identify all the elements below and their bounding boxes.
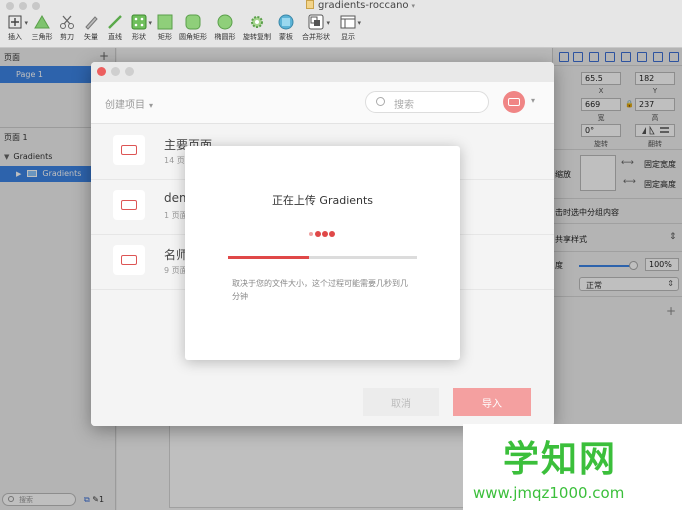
document-icon — [113, 245, 145, 275]
close-upload-window-button[interactable] — [97, 67, 106, 76]
cloud-logo-icon — [508, 98, 520, 106]
upload-window-footer: 取消 导入 — [91, 378, 554, 426]
rounded-rectangle-tool[interactable]: 圆角矩形 — [178, 14, 208, 42]
project-selector[interactable]: 创建项目 ▾ — [105, 96, 153, 111]
zoom-window-button[interactable] — [32, 2, 40, 10]
pen-icon — [83, 14, 99, 30]
title-bar: gradients-roccano ▾ — [0, 0, 682, 12]
document-icon — [113, 135, 145, 165]
watermark-url: www.jmqz1000.com — [473, 484, 625, 502]
view-tool[interactable]: ▾ 显示 — [333, 14, 363, 42]
oval-icon — [217, 14, 233, 30]
progress-bar-fill — [228, 256, 310, 259]
triangle-icon — [34, 14, 50, 30]
mask-icon — [278, 14, 294, 30]
watermark-logo: 学知网 — [503, 439, 618, 480]
upload-window-header: 创建项目 ▾ 搜索 ▾ — [91, 82, 554, 124]
display-icon — [340, 14, 356, 30]
zoom-upload-window-button[interactable] — [125, 67, 134, 76]
watermark: 学知网 www.jmqz1000.com — [463, 424, 682, 510]
minimize-window-button[interactable] — [19, 2, 27, 10]
document-title: gradients-roccano ▾ — [306, 0, 415, 11]
scissors-icon — [59, 14, 75, 30]
line-icon — [107, 14, 123, 30]
plus-icon — [7, 14, 23, 30]
cancel-button[interactable]: 取消 — [363, 388, 439, 416]
upload-progress-dialog: 正在上传 Gradients 取决于您的文件大小，这个过程可能需要几秒到几分钟 — [185, 146, 460, 360]
project-search-input[interactable]: 搜索 — [365, 91, 489, 113]
insert-button[interactable]: ▾ 插入 — [0, 14, 30, 42]
rounded-rectangle-icon — [185, 14, 201, 30]
import-button[interactable]: 导入 — [453, 388, 531, 416]
chevron-down-icon[interactable]: ▾ — [412, 2, 416, 10]
progress-bar — [228, 256, 417, 259]
app-window: gradients-roccano ▾ ▾ 插入 三角形 剪刀 矢量 直线 ▾ 形状 — [0, 0, 682, 510]
chevron-down-icon: ▾ — [149, 101, 154, 110]
document-icon — [306, 0, 314, 9]
search-icon — [376, 97, 385, 106]
chevron-down-icon[interactable]: ▾ — [531, 96, 535, 105]
toolbar: ▾ 插入 三角形 剪刀 矢量 直线 ▾ 形状 矩形 圆角矩形 椭圆形 旋转复制 … — [0, 12, 682, 48]
combine-shapes-tool[interactable]: ▾ 合并形状 — [300, 14, 332, 42]
shape-icon — [131, 14, 147, 30]
rectangle-tool[interactable]: 矩形 — [150, 14, 180, 42]
avatar[interactable] — [503, 91, 525, 113]
dialog-title: 正在上传 Gradients — [271, 194, 374, 207]
union-icon — [308, 14, 324, 30]
close-window-button[interactable] — [6, 2, 14, 10]
gear-icon — [249, 14, 265, 30]
dialog-description: 取决于您的文件大小，这个过程可能需要几秒到几分钟 — [232, 279, 408, 301]
mask-tool[interactable]: 蒙板 — [271, 14, 301, 42]
rectangle-icon — [157, 14, 173, 30]
document-icon — [113, 190, 145, 220]
loading-spinner — [309, 230, 337, 238]
rotate-copy-tool[interactable]: 旋转复制 — [242, 14, 272, 42]
minimize-upload-window-button[interactable] — [111, 67, 120, 76]
upload-window-titlebar — [91, 62, 554, 82]
oval-tool[interactable]: 椭圆形 — [210, 14, 240, 42]
